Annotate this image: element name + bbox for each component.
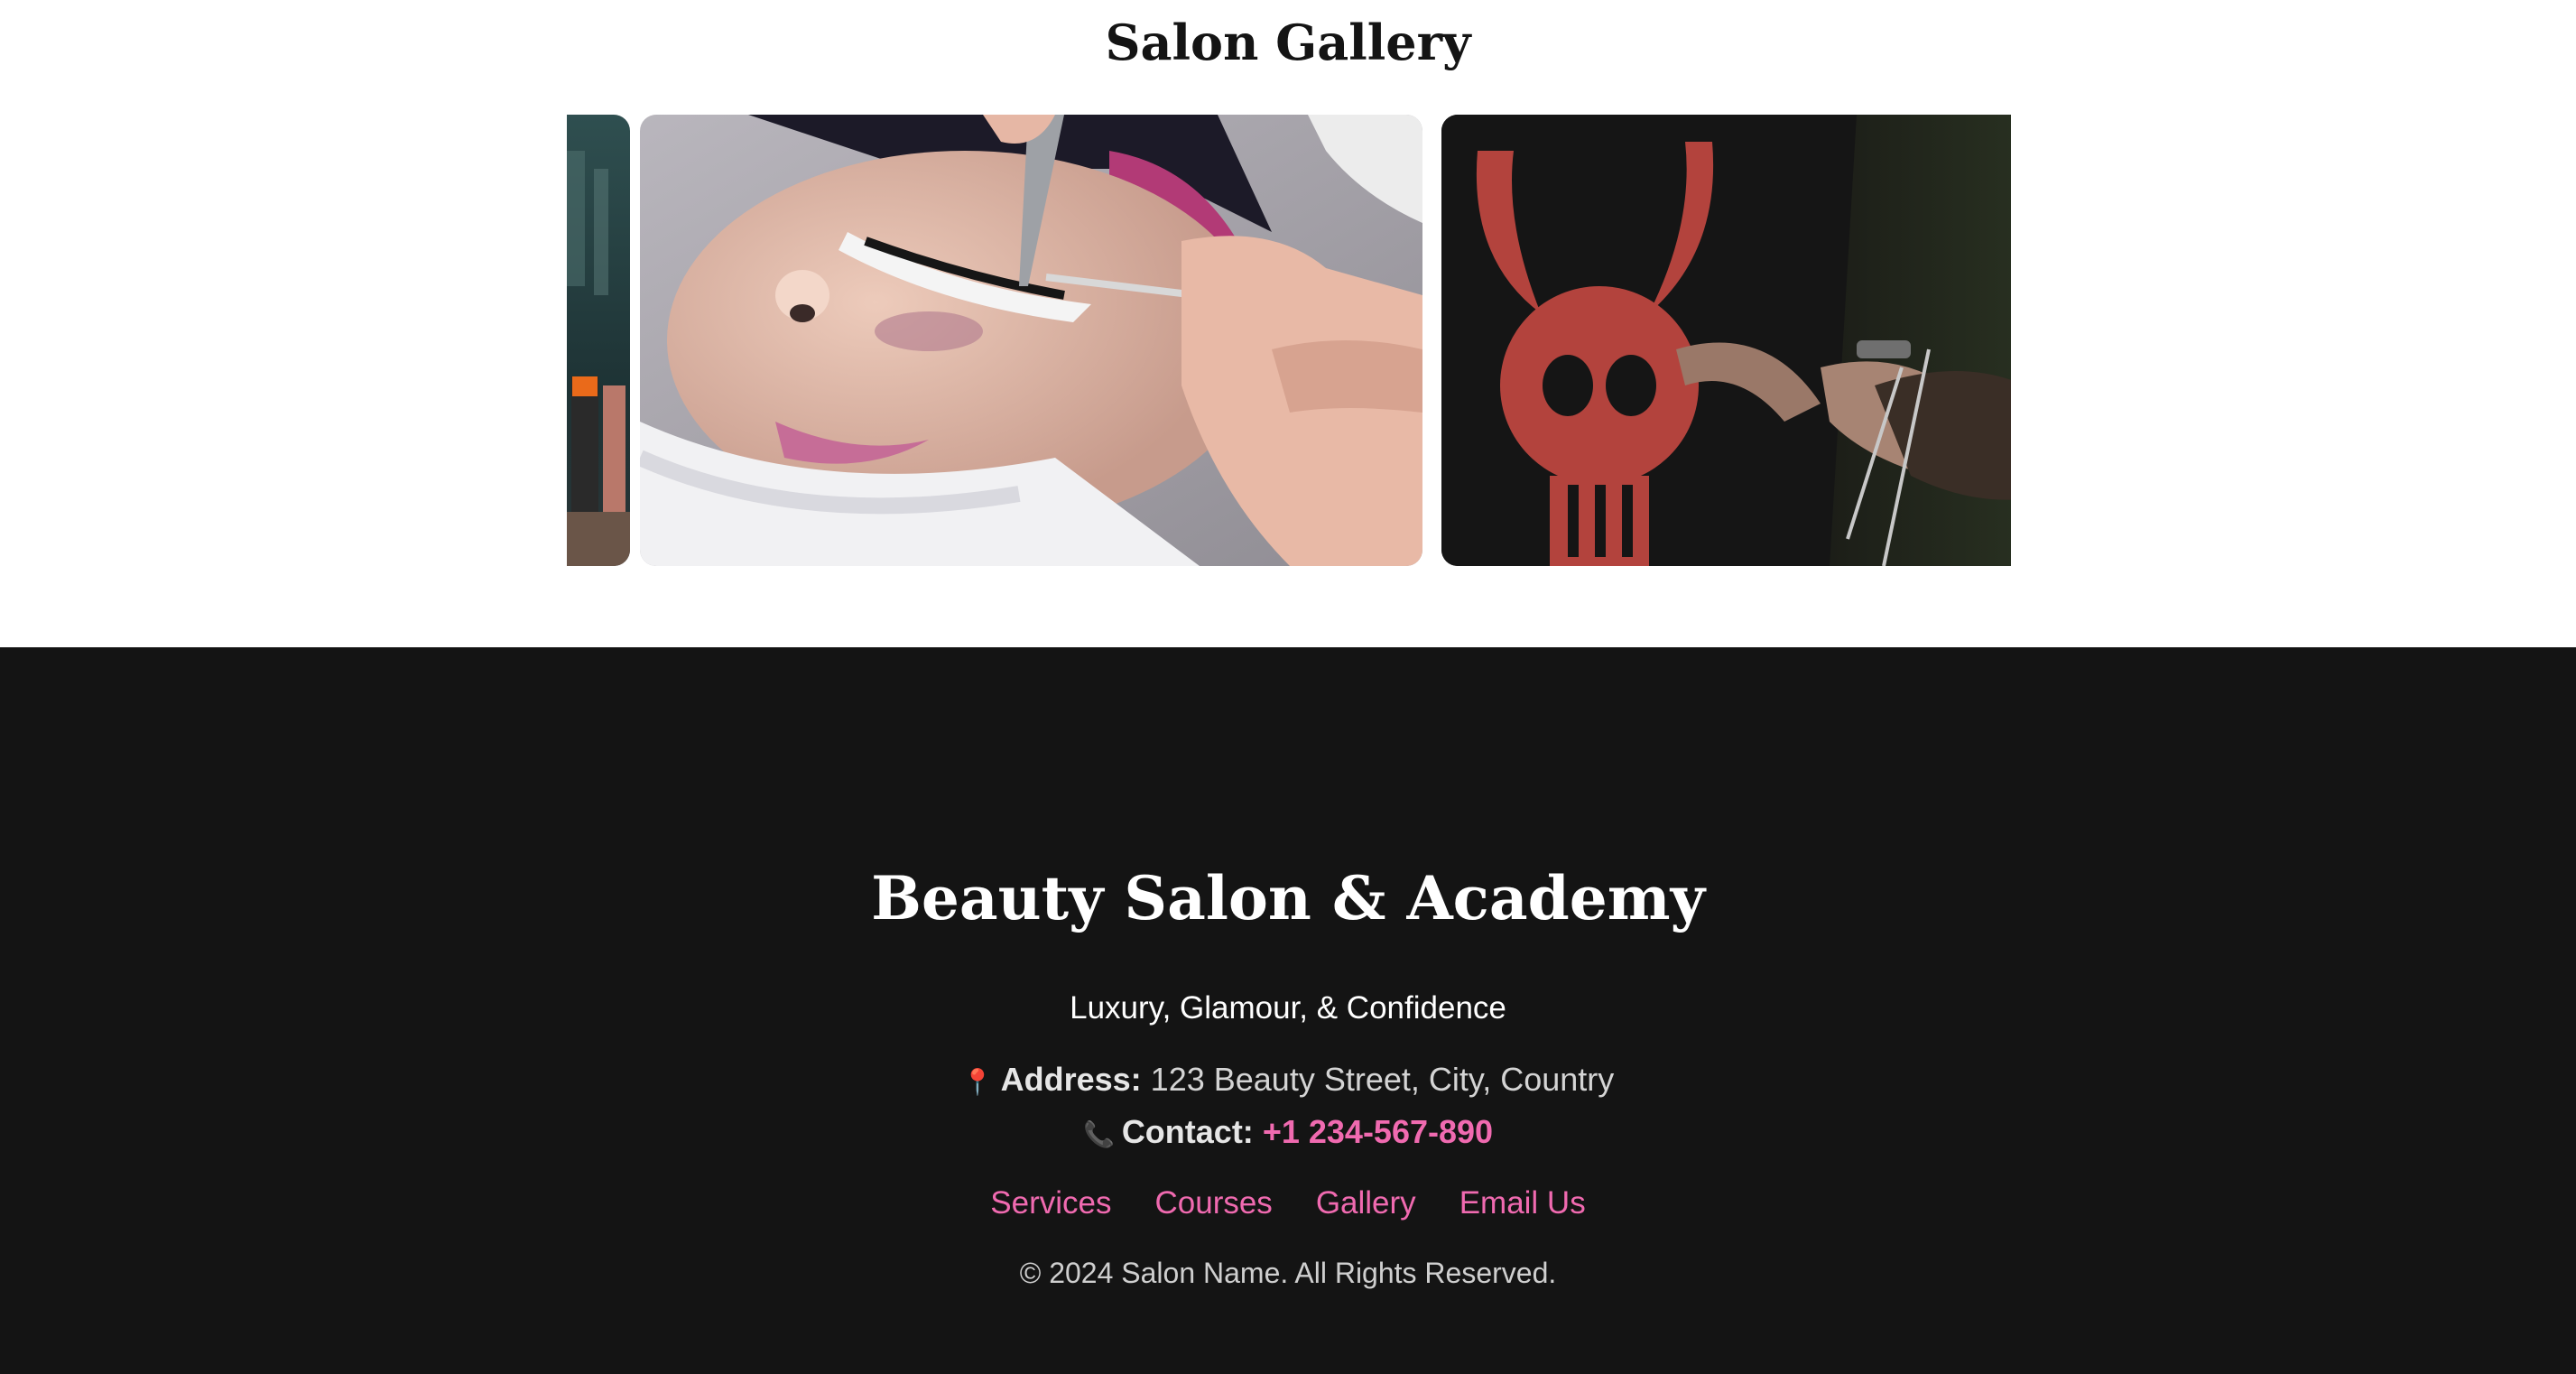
address-value: 123 Beauty Street, City, Country: [1150, 1061, 1615, 1098]
footer-nav: Services Courses Gallery Email Us: [0, 1184, 2576, 1223]
footer-address: 📍 Address: 123 Beauty Street, City, Count…: [0, 1059, 2576, 1103]
address-label: Address:: [1000, 1061, 1142, 1098]
footer-contact: 📞 Contact: +1 234-567-890: [0, 1111, 2576, 1156]
footer-copyright: © 2024 Salon Name. All Rights Reserved.: [1019, 1257, 1557, 1289]
gallery-carousel[interactable]: [567, 115, 2011, 566]
site-footer: Beauty Salon & Academy Luxury, Glamour, …: [0, 647, 2576, 1374]
footer-link-email-us[interactable]: Email Us: [1459, 1184, 1586, 1223]
contact-phone-link[interactable]: +1 234-567-890: [1263, 1113, 1493, 1150]
gallery-image-barber-haircut[interactable]: [1441, 115, 2011, 566]
pin-icon: 📍: [961, 1068, 994, 1096]
footer-link-gallery[interactable]: Gallery: [1316, 1184, 1416, 1223]
phone-icon: 📞: [1082, 1120, 1115, 1148]
gallery-section: Salon Gallery: [0, 0, 2576, 647]
gallery-title: Salon Gallery: [1105, 14, 1471, 71]
footer-link-courses[interactable]: Courses: [1154, 1184, 1272, 1223]
footer-tagline: Luxury, Glamour, & Confidence: [1070, 990, 1506, 1026]
footer-brand-title: Beauty Salon & Academy: [871, 863, 1705, 933]
gallery-image-makeup-products[interactable]: [567, 115, 630, 566]
footer-link-services[interactable]: Services: [990, 1184, 1111, 1223]
gallery-image-eyelash-extension[interactable]: [640, 115, 1422, 566]
contact-label: Contact:: [1121, 1113, 1254, 1150]
